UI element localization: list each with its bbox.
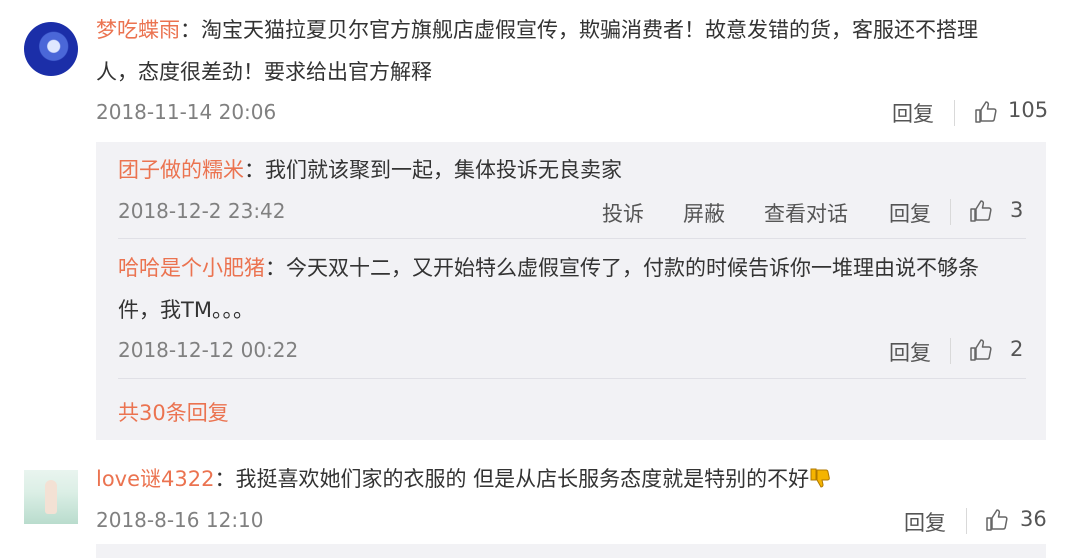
like-count: 2 [1010, 337, 1024, 361]
reply-body: ：我们就该聚到一起，集体投诉无良卖家 [244, 158, 622, 182]
like-icon[interactable] [969, 338, 993, 362]
reply-divider [118, 238, 1026, 239]
like-icon[interactable] [985, 508, 1009, 532]
like-count: 36 [1020, 507, 1047, 531]
username-link[interactable]: love谜4322 [96, 467, 214, 491]
avatar[interactable] [24, 22, 78, 76]
like-count: 3 [1010, 198, 1024, 222]
reply-button[interactable]: 回复 [889, 198, 931, 228]
reply-button[interactable]: 回复 [904, 507, 946, 537]
reply-body-continued: 件，我TM。。。 [118, 298, 254, 322]
timestamp: 2018-8-16 12:10 [96, 508, 264, 532]
timestamp: 2018-11-14 20:06 [96, 100, 277, 124]
reply-timestamp: 2018-12-2 23:42 [118, 199, 286, 223]
like-icon[interactable] [969, 199, 993, 223]
divider [950, 199, 951, 225]
comment-body: ：淘宝天猫拉夏贝尔官方旗舰店虚假宣传，欺骗消费者！故意发错的货，客服还不搭理 [180, 18, 978, 42]
reply-username-link[interactable]: 团子做的糯米 [118, 158, 244, 182]
comment-text: 梦吃蝶雨：淘宝天猫拉夏贝尔官方旗舰店虚假宣传，欺骗消费者！故意发错的货，客服还不… [96, 10, 1056, 51]
comment-text: love谜4322：我挺喜欢她们家的衣服的 但是从店长服务态度就是特别的不好 [96, 459, 831, 500]
comment-body: ：我挺喜欢她们家的衣服的 但是从店长服务态度就是特别的不好 [214, 467, 810, 491]
like-count: 105 [1008, 98, 1049, 122]
thumbs-down-emoji-icon [809, 462, 831, 488]
avatar[interactable] [24, 470, 78, 524]
more-replies-link[interactable]: 共30条回复 [118, 397, 229, 427]
divider [954, 100, 955, 126]
block-button[interactable]: 屏蔽 [683, 198, 725, 228]
reply-text: 团子做的糯米：我们就该聚到一起，集体投诉无良卖家 [118, 150, 622, 191]
reply-divider [118, 378, 1026, 379]
comment-body-continued: 人，态度很差劲！要求给出官方解释 [96, 60, 432, 84]
reply-button[interactable]: 回复 [892, 98, 934, 128]
reply-username-link[interactable]: 哈哈是个小肥猪 [118, 256, 265, 280]
like-icon[interactable] [974, 100, 998, 124]
username-link[interactable]: 梦吃蝶雨 [96, 18, 180, 42]
replies-panel-edge [96, 544, 1046, 558]
reply-timestamp: 2018-12-12 00:22 [118, 338, 299, 362]
report-button[interactable]: 投诉 [602, 198, 644, 228]
view-conversation-button[interactable]: 查看对话 [764, 198, 848, 228]
reply-button[interactable]: 回复 [889, 337, 931, 367]
reply-body: ：今天双十二，又开始特么虚假宣传了，付款的时候告诉你一堆理由说不够条 [265, 256, 979, 280]
divider [950, 338, 951, 364]
divider [966, 508, 967, 534]
reply-text: 哈哈是个小肥猪：今天双十二，又开始特么虚假宣传了，付款的时候告诉你一堆理由说不够… [118, 248, 1038, 289]
